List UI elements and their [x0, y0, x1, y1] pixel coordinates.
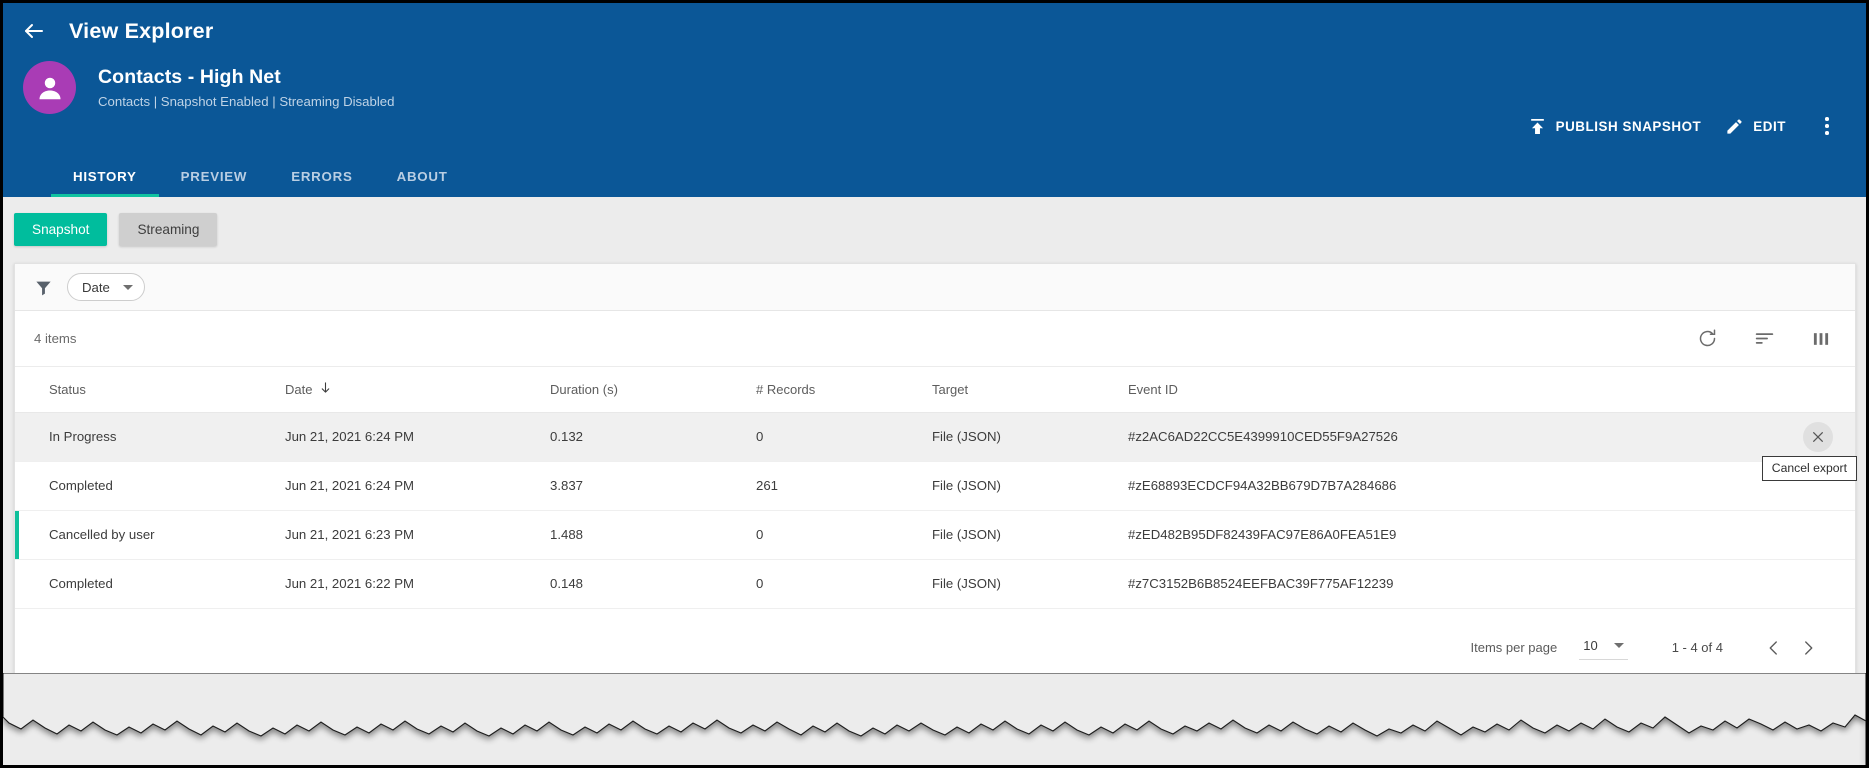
mode-toggle-bar: Snapshot Streaming	[3, 197, 1866, 263]
table-row[interactable]: Completed Jun 21, 2021 6:24 PM 3.837 261…	[15, 461, 1855, 510]
cell-records: 0	[756, 559, 932, 608]
items-count-label: 4 items	[34, 331, 77, 346]
close-x-icon[interactable]	[1803, 422, 1833, 452]
cell-date: Jun 21, 2021 6:22 PM	[285, 559, 550, 608]
column-label: # Records	[756, 382, 815, 397]
pencil-icon	[1725, 117, 1744, 136]
column-header-records[interactable]: # Records	[756, 367, 932, 412]
arrow-left-icon[interactable]	[17, 14, 51, 48]
filter-funnel-icon[interactable]	[34, 278, 53, 297]
sort-icon[interactable]	[1754, 328, 1775, 349]
cell-duration: 1.488	[550, 510, 756, 559]
chevron-down-icon	[1614, 643, 1624, 648]
title-bar: View Explorer	[3, 3, 1866, 59]
tab-about[interactable]: ABOUT	[375, 169, 470, 197]
cell-status: Cancelled by user	[15, 510, 285, 559]
app-header: View Explorer Contacts - High Net Contac…	[3, 3, 1866, 197]
page-title: View Explorer	[69, 19, 213, 44]
snapshot-toggle-button[interactable]: Snapshot	[14, 213, 107, 246]
column-label: Status	[49, 382, 86, 397]
column-label: Duration (s)	[550, 382, 618, 397]
cell-records: 0	[756, 412, 932, 461]
person-avatar-icon	[23, 61, 76, 114]
cell-records: 0	[756, 510, 932, 559]
cell-status: Completed	[15, 461, 285, 510]
pagination-bar: Items per page 10 1 - 4 of 4	[15, 609, 1855, 665]
cell-date: Jun 21, 2021 6:23 PM	[285, 510, 550, 559]
cell-event-id: #zE68893ECDCF94A32BB679D7B7A284686	[1128, 461, 1855, 510]
cell-target: File (JSON)	[932, 461, 1128, 510]
cell-event-id: #z7C3152B6B8524EEFBAC39F775AF12239	[1128, 559, 1855, 608]
entity-subtitle: Contacts | Snapshot Enabled | Streaming …	[98, 92, 394, 112]
cell-target: File (JSON)	[932, 510, 1128, 559]
cell-records: 261	[756, 461, 932, 510]
table-row[interactable]: Completed Jun 21, 2021 6:22 PM 0.148 0 F…	[15, 559, 1855, 608]
page-size-select[interactable]: 10	[1579, 635, 1627, 660]
table-header-row: Status Date	[15, 367, 1855, 412]
column-header-status[interactable]: Status	[15, 367, 285, 412]
cell-event-id: #z2AC6AD22CC5E4399910CED55F9A27526	[1128, 429, 1398, 444]
cell-target: File (JSON)	[932, 412, 1128, 461]
items-per-page-label: Items per page	[1471, 640, 1558, 655]
arrow-down-icon	[319, 381, 332, 397]
history-card: Date 4 items	[14, 263, 1856, 717]
entity-text-block: Contacts - High Net Contacts | Snapshot …	[98, 59, 394, 112]
page-range-label: 1 - 4 of 4	[1672, 640, 1723, 655]
table-head: Status Date	[15, 367, 1855, 412]
cell-duration: 0.132	[550, 412, 756, 461]
cell-status: Completed	[15, 559, 285, 608]
tab-bar: HISTORY PREVIEW ERRORS ABOUT	[3, 137, 1866, 197]
chevron-down-icon	[123, 285, 133, 290]
publish-snapshot-button[interactable]: PUBLISH SNAPSHOT	[1516, 110, 1714, 143]
tab-errors[interactable]: ERRORS	[269, 169, 374, 197]
tab-preview[interactable]: PREVIEW	[159, 169, 270, 197]
screenshot-frame: View Explorer Contacts - High Net Contac…	[0, 0, 1869, 768]
header-actions: PUBLISH SNAPSHOT EDIT	[1516, 109, 1844, 143]
chevron-left-icon[interactable]	[1757, 631, 1791, 665]
table-row[interactable]: Cancelled by user Jun 21, 2021 6:23 PM 1…	[15, 510, 1855, 559]
cell-status: In Progress	[15, 412, 285, 461]
column-header-target[interactable]: Target	[932, 367, 1128, 412]
entity-name: Contacts - High Net	[98, 65, 394, 89]
column-label: Event ID	[1128, 382, 1178, 397]
cell-event-id: #zED482B95DF82439FAC97E86A0FEA51E9	[1128, 510, 1855, 559]
kebab-menu-icon[interactable]	[1810, 109, 1844, 143]
upload-snapshot-icon	[1528, 117, 1547, 136]
publish-snapshot-label: PUBLISH SNAPSHOT	[1556, 119, 1702, 134]
page-size-value: 10	[1583, 638, 1597, 653]
table-toolbar: 4 items	[15, 311, 1855, 367]
column-label: Target	[932, 382, 968, 397]
cell-duration: 3.837	[550, 461, 756, 510]
table-tool-icons	[1697, 328, 1831, 349]
date-filter-chip[interactable]: Date	[67, 273, 145, 301]
columns-icon[interactable]	[1811, 329, 1831, 349]
refresh-icon[interactable]	[1697, 328, 1718, 349]
edit-button[interactable]: EDIT	[1713, 110, 1798, 143]
cell-target: File (JSON)	[932, 559, 1128, 608]
streaming-toggle-button[interactable]: Streaming	[119, 213, 217, 246]
edit-label: EDIT	[1753, 119, 1786, 134]
column-header-event-id[interactable]: Event ID	[1128, 367, 1855, 412]
column-label: Date	[285, 382, 312, 397]
table-row[interactable]: In Progress Jun 21, 2021 6:24 PM 0.132 0…	[15, 412, 1855, 461]
cell-duration: 0.148	[550, 559, 756, 608]
table-body: In Progress Jun 21, 2021 6:24 PM 0.132 0…	[15, 412, 1855, 608]
row-action-area: Cancel export	[1803, 422, 1833, 452]
column-header-duration[interactable]: Duration (s)	[550, 367, 756, 412]
cell-event-id-wrapper: #z2AC6AD22CC5E4399910CED55F9A27526 Cance…	[1128, 412, 1855, 461]
cancel-export-tooltip: Cancel export	[1762, 456, 1857, 481]
cell-date: Jun 21, 2021 6:24 PM	[285, 461, 550, 510]
date-filter-label: Date	[82, 280, 110, 295]
chevron-right-icon[interactable]	[1791, 631, 1825, 665]
entity-summary: Contacts - High Net Contacts | Snapshot …	[3, 59, 1866, 137]
column-header-date[interactable]: Date	[285, 367, 550, 412]
tab-history[interactable]: HISTORY	[51, 169, 159, 197]
filter-bar: Date	[15, 264, 1855, 311]
cell-date: Jun 21, 2021 6:24 PM	[285, 412, 550, 461]
history-table: Status Date	[15, 367, 1855, 609]
